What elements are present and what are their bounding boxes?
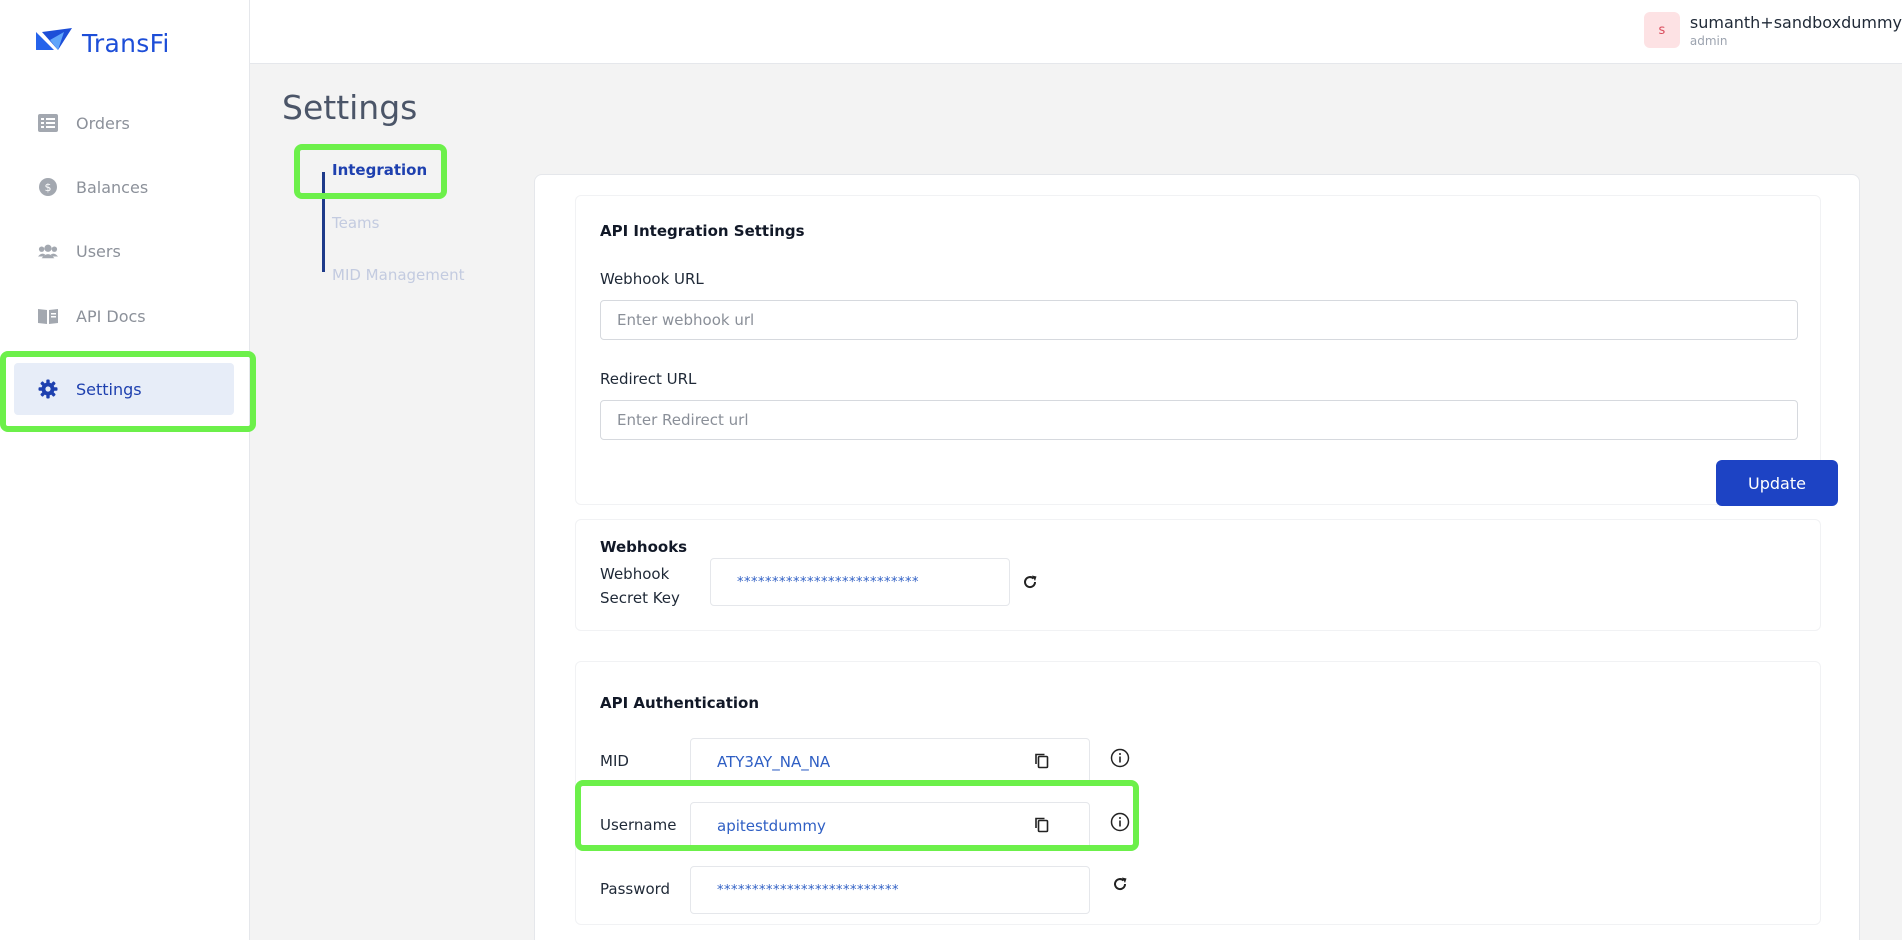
sidebar-item-balances[interactable]: $ Balances (14, 161, 234, 213)
tab-mid-management[interactable]: MID Management (332, 266, 465, 284)
brand-name: TransFi (82, 28, 170, 58)
sidebar-item-label: API Docs (76, 306, 146, 326)
sidebar-item-settings[interactable]: Settings (14, 363, 234, 415)
info-icon[interactable] (1110, 812, 1130, 832)
section-title: Webhooks (600, 538, 688, 556)
api-integration-section: API Integration Settings Webhook URL Red… (575, 195, 1838, 506)
tab-teams[interactable]: Teams (332, 214, 379, 232)
sidebar: TransFi Orders $ Balances Users API Docs… (0, 0, 250, 940)
coin-icon: $ (38, 177, 58, 197)
webhook-url-label: Webhook URL (600, 270, 704, 288)
list-icon (38, 113, 58, 133)
api-authentication-section: API Authentication MID ATY3AY_NA_NA User… (575, 661, 1821, 925)
section-title: API Integration Settings (600, 222, 805, 240)
webhooks-section: Webhooks Webhook Secret Key ************… (575, 519, 1821, 631)
settings-card: API Integration Settings Webhook URL Red… (534, 174, 1860, 940)
transfi-logo-icon (36, 28, 72, 58)
mid-value: ATY3AY_NA_NA (690, 738, 1090, 786)
sidebar-item-label: Balances (76, 177, 149, 197)
gear-icon (38, 379, 58, 399)
copy-icon[interactable] (1032, 751, 1052, 771)
user-menu[interactable]: s sumanth+sandboxdummy admin (1643, 12, 1902, 48)
update-button[interactable]: Update (1716, 460, 1838, 506)
sidebar-item-label: Settings (76, 379, 142, 399)
mid-label: MID (600, 752, 629, 770)
sidebar-item-orders[interactable]: Orders (14, 97, 234, 149)
copy-icon[interactable] (1032, 815, 1052, 835)
book-icon (38, 306, 58, 326)
label-line: Webhook (600, 565, 670, 583)
sidebar-item-label: Users (76, 241, 121, 261)
sidebar-item-api-docs[interactable]: API Docs (14, 290, 234, 342)
refresh-icon[interactable] (1110, 874, 1130, 894)
webhook-secret-label: Webhook Secret Key (600, 562, 680, 610)
avatar: s (1643, 12, 1680, 48)
top-bar: s sumanth+sandboxdummy admin (250, 0, 1902, 64)
user-name: sumanth+sandboxdummy (1689, 12, 1902, 32)
redirect-url-label: Redirect URL (600, 370, 697, 388)
svg-text:$: $ (45, 181, 52, 194)
refresh-icon[interactable] (1020, 572, 1040, 592)
password-label: Password (600, 880, 671, 898)
sidebar-item-users[interactable]: Users (14, 225, 234, 277)
users-icon (38, 241, 58, 261)
password-value: ************************** (690, 866, 1090, 914)
user-role: admin (1689, 33, 1728, 48)
tab-integration[interactable]: Integration (332, 161, 427, 179)
brand-logo[interactable]: TransFi (36, 28, 170, 58)
page-title: Settings (282, 88, 418, 127)
redirect-url-input[interactable] (600, 400, 1798, 440)
info-icon[interactable] (1110, 748, 1130, 768)
sidebar-item-label: Orders (76, 113, 130, 133)
webhook-secret-value: ************************** (710, 558, 1010, 606)
username-value: apitestdummy (690, 802, 1090, 850)
username-label: Username (600, 816, 677, 834)
subtabs-indicator (322, 172, 325, 272)
section-title: API Authentication (600, 694, 760, 712)
label-line: Secret Key (600, 589, 680, 607)
webhook-url-input[interactable] (600, 300, 1798, 340)
